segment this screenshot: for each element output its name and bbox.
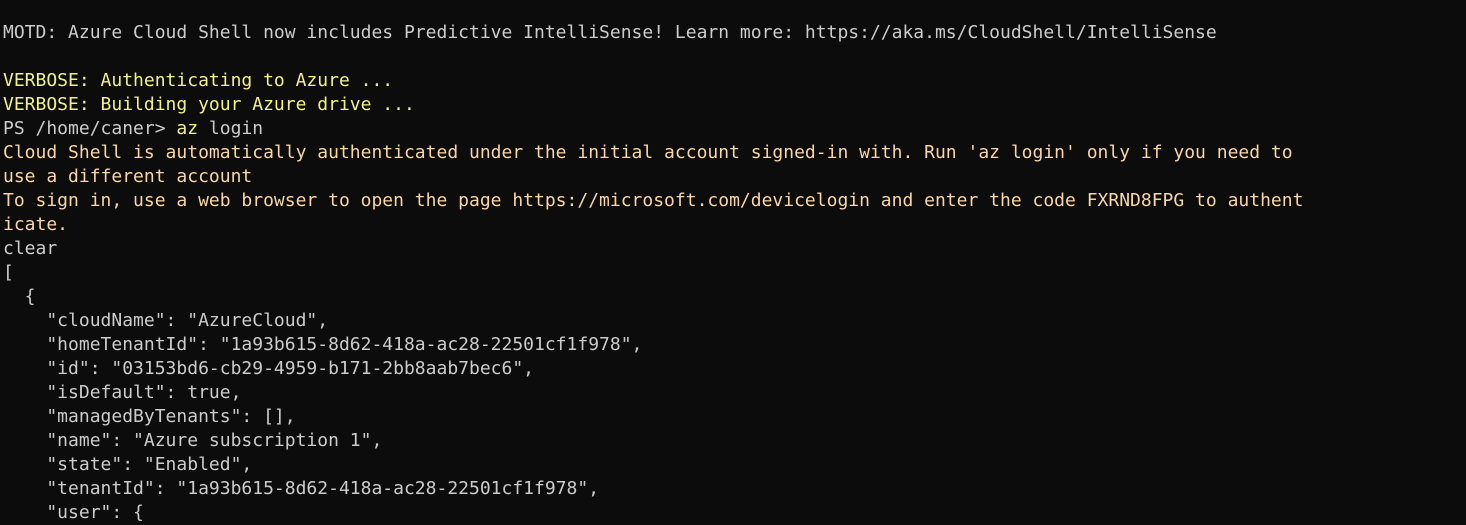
- json-output-line: "managedByTenants": [],: [3, 406, 296, 427]
- shell-prompt: PS /home/caner>: [3, 118, 177, 139]
- verbose-authenticating-line: VERBOSE: Authenticating to Azure ...: [3, 70, 394, 91]
- json-output-line: "user": {: [3, 502, 144, 523]
- json-output-line: "name": "Azure subscription 1",: [3, 430, 383, 451]
- notice-line-1: Cloud Shell is automatically authenticat…: [3, 142, 1293, 163]
- json-output-line: "id": "03153bd6-cb29-4959-b171-2bb8aab7b…: [3, 358, 535, 379]
- motd-line: MOTD: Azure Cloud Shell now includes Pre…: [3, 22, 1217, 43]
- signin-instruction-line-2: icate.: [3, 214, 69, 235]
- json-output-line: "homeTenantId": "1a93b615-8d62-418a-ac28…: [3, 334, 643, 355]
- json-output-block: [ { "cloudName": "AzureCloud", "homeTena…: [3, 261, 1463, 525]
- json-output-line: "state": "Enabled",: [3, 454, 253, 475]
- command-line: PS /home/caner> az login: [3, 117, 1463, 141]
- signin-instruction-line-1: To sign in, use a web browser to open th…: [3, 190, 1304, 211]
- json-output-line: "isDefault": true,: [3, 382, 242, 403]
- verbose-building-drive-line: VERBOSE: Building your Azure drive ...: [3, 94, 415, 115]
- typed-clear-line: clear: [3, 238, 58, 259]
- notice-line-2: use a different account: [3, 166, 253, 187]
- terminal-output[interactable]: MOTD: Azure Cloud Shell now includes Pre…: [3, 21, 1463, 525]
- cloud-shell-window: { "terminal": { "motd": "MOTD: Azure Clo…: [0, 0, 1466, 525]
- json-output-line: "cloudName": "AzureCloud",: [3, 310, 329, 331]
- command-name: az: [176, 118, 199, 139]
- json-output-line: [: [3, 262, 14, 283]
- json-output-line: {: [3, 286, 36, 307]
- json-output-line: "tenantId": "1a93b615-8d62-418a-ac28-225…: [3, 478, 600, 499]
- command-args: login: [198, 118, 264, 139]
